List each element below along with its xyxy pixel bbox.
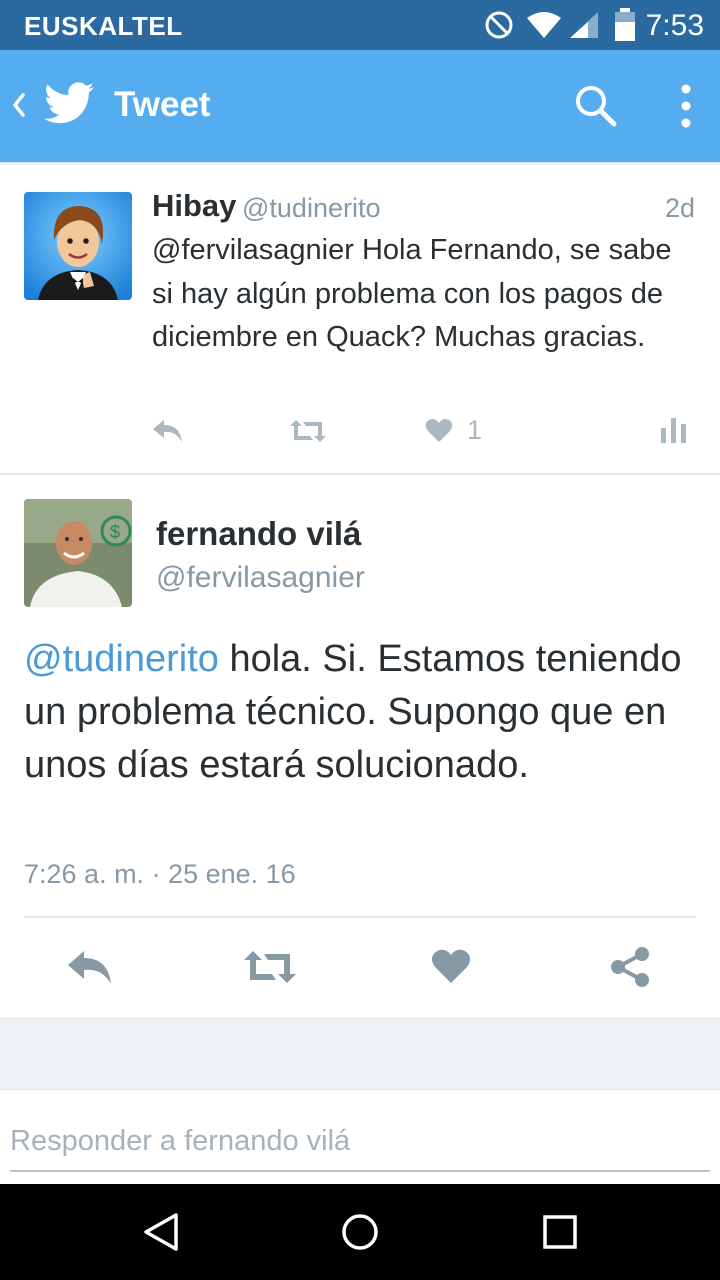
home-nav-icon[interactable] [341,1212,379,1252]
share-icon[interactable] [610,946,650,988]
tweet-age: 2d [664,193,695,223]
avatar[interactable]: $ [24,499,132,607]
tweet-text: @fervilasagnier Hola Fernando, se sabe s… [152,234,672,353]
reply-icon[interactable] [66,948,114,986]
twitter-bird-icon[interactable] [44,82,94,124]
search-icon[interactable] [574,84,618,128]
app-bar-shadow [0,162,720,166]
wifi-icon [526,10,562,40]
app-bar: Tweet [0,50,720,162]
author-name[interactable]: fernando vilá [156,515,361,553]
retweet-icon[interactable] [242,948,298,986]
like-icon[interactable] [431,948,471,986]
status-bar: EUSKALTEL 7:53 [0,0,720,50]
like-count: 1 [467,415,483,445]
mention-link[interactable]: @tudinerito [24,638,219,680]
author-name[interactable]: Hibay [152,188,236,224]
reply-icon[interactable] [151,418,185,444]
do-not-disturb-icon [484,10,514,40]
tweet-text: @tudinerito hola. Si. Estamos teniendo u… [24,633,704,792]
svg-text:$: $ [110,522,120,542]
author-handle[interactable]: @tudinerito [242,193,380,224]
signal-icon [568,10,600,40]
recents-nav-icon[interactable] [542,1214,578,1250]
back-chevron-icon[interactable] [8,90,28,120]
battery-icon [614,8,636,42]
carrier-name: EUSKALTEL [24,11,183,41]
tweet-timestamp: 7:26 a. m. · 25 ene. 16 [24,859,296,889]
action-divider [24,916,696,918]
reply-input[interactable] [10,1112,710,1172]
author-handle[interactable]: @fervilasagnier [156,561,365,595]
section-spacer [0,1018,720,1090]
like-icon[interactable] [425,418,453,444]
clock: 7:53 [645,9,704,42]
navigation-bar [0,1184,720,1280]
page-title: Tweet [114,85,211,124]
avatar[interactable] [24,192,132,300]
retweet-icon[interactable] [288,418,328,444]
analytics-icon[interactable] [660,416,688,444]
back-nav-icon[interactable] [142,1212,180,1252]
more-options-icon[interactable] [678,83,694,129]
tweet-divider [0,473,720,475]
